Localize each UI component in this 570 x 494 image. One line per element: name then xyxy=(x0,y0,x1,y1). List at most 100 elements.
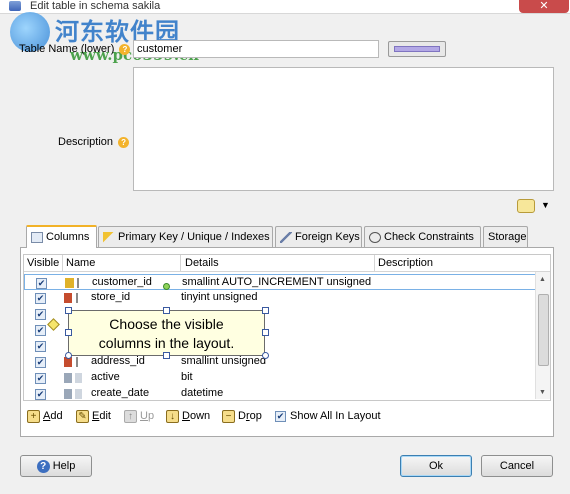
arrow-up-icon: ↑ xyxy=(124,409,137,423)
column-icon xyxy=(64,389,88,399)
show-all-label: Show All In Layout xyxy=(290,410,381,422)
table-name-input[interactable] xyxy=(133,40,379,58)
table-row[interactable]: ✔ customer_id smallint AUTO_INCREMENT un… xyxy=(24,274,536,290)
tab-label: Columns xyxy=(46,231,90,243)
checkbox-icon: ✔ xyxy=(275,410,286,422)
visible-checkbox[interactable]: ✔ xyxy=(35,357,46,368)
comment-icon[interactable] xyxy=(517,199,535,213)
column-details: datetime xyxy=(181,387,224,399)
header-divider xyxy=(62,255,63,272)
cancel-button[interactable]: Cancel xyxy=(481,455,553,477)
header-details: Details xyxy=(185,257,219,269)
check-constraint-icon xyxy=(369,231,381,243)
resize-handle[interactable] xyxy=(262,329,269,336)
scroll-down-icon[interactable]: ▼ xyxy=(539,389,546,396)
tooltip-line: columns in the layout. xyxy=(98,335,235,351)
tab-label: Check Constraints xyxy=(384,231,474,243)
scrollbar-thumb[interactable] xyxy=(538,294,549,366)
show-all-in-layout-checkbox[interactable]: ✔ Show All In Layout xyxy=(275,407,381,425)
down-button[interactable]: ↓ Down xyxy=(166,407,210,425)
resize-handle[interactable] xyxy=(65,352,72,359)
visible-checkbox[interactable]: ✔ xyxy=(35,309,46,320)
up-label-post: p xyxy=(147,410,155,422)
table-row[interactable]: ✔ active bit xyxy=(24,370,536,386)
index-column-icon xyxy=(64,293,88,303)
header-name: Name xyxy=(66,257,96,269)
help-button[interactable]: ? Help xyxy=(20,455,92,477)
column-icon xyxy=(64,373,88,383)
add-button[interactable]: + Add xyxy=(27,407,63,425)
resize-handle[interactable] xyxy=(262,307,269,314)
help-icon[interactable]: ? xyxy=(118,136,130,148)
remove-icon: − xyxy=(222,409,235,423)
tab-check-constraints[interactable]: Check Constraints xyxy=(364,226,481,247)
table-name-label-text: Table Name (lower) xyxy=(19,43,115,55)
scroll-up-icon[interactable]: ▲ xyxy=(539,276,546,283)
primary-key-column-icon xyxy=(65,278,89,288)
description-textarea[interactable] xyxy=(133,67,554,191)
column-details: tinyint unsigned xyxy=(181,291,258,303)
tooltip-line: Choose the visible xyxy=(109,316,224,332)
add-label-post: dd xyxy=(50,410,63,422)
edit-icon: ✎ xyxy=(76,409,89,423)
ok-button[interactable]: Ok xyxy=(400,455,472,477)
header-visible: Visible xyxy=(27,257,60,269)
edit-button[interactable]: ✎ Edit xyxy=(76,407,111,425)
tooltip-callout: Choose the visible columns in the layout… xyxy=(68,310,265,356)
columns-icon xyxy=(31,231,43,243)
description-label: Description ? xyxy=(58,136,130,148)
column-name: customer_id xyxy=(92,276,152,288)
visible-checkbox[interactable]: ✔ xyxy=(35,325,46,336)
visible-checkbox[interactable]: ✔ xyxy=(35,373,46,384)
tab-storage[interactable]: Storage xyxy=(483,226,528,247)
down-label-post: own xyxy=(189,410,211,422)
resize-handle[interactable] xyxy=(163,352,170,359)
column-name: active xyxy=(91,371,120,383)
arrow-down-icon: ↓ xyxy=(166,409,179,423)
visible-checkbox[interactable]: ✔ xyxy=(36,278,47,289)
help-button-label: Help xyxy=(52,460,76,472)
visible-checkbox[interactable]: ✔ xyxy=(35,293,46,304)
column-name: store_id xyxy=(91,291,131,303)
table-row[interactable]: ✔ address_id smallint unsigned xyxy=(24,354,536,370)
table-row[interactable]: ✔ create_date datetime xyxy=(24,386,536,400)
window-title: Edit table in schema sakila xyxy=(30,0,161,12)
grid-header: Visible Name Details Description xyxy=(24,255,550,272)
table-row[interactable]: ✔ store_id tinyint unsigned xyxy=(24,290,536,306)
app-icon xyxy=(9,1,21,11)
tab-label: Storage xyxy=(488,231,527,243)
column-details: smallint AUTO_INCREMENT unsigned xyxy=(182,276,372,288)
column-name: address_id xyxy=(91,355,145,367)
color-swatch xyxy=(394,46,440,52)
drop-label-post: op xyxy=(249,410,262,422)
resize-handle[interactable] xyxy=(262,352,269,359)
cancel-button-label: Cancel xyxy=(499,460,535,472)
header-description: Description xyxy=(378,257,434,269)
color-picker-button[interactable] xyxy=(388,41,446,57)
visible-checkbox[interactable]: ✔ xyxy=(35,341,46,352)
visible-checkbox[interactable]: ✔ xyxy=(35,389,46,400)
drop-button[interactable]: − Drop xyxy=(222,407,262,425)
key-icon xyxy=(103,231,115,243)
column-details: smallint unsigned xyxy=(181,355,266,367)
drop-label-pre: D xyxy=(238,410,246,422)
tab-primary-key[interactable]: Primary Key / Unique / Indexes xyxy=(98,226,273,247)
header-divider xyxy=(374,255,375,272)
add-icon: + xyxy=(27,409,40,423)
resize-handle[interactable] xyxy=(65,329,72,336)
table-name-label: Table Name (lower) ? xyxy=(19,43,131,55)
up-button[interactable]: ↑ Up xyxy=(124,407,154,425)
resize-handle[interactable] xyxy=(65,307,72,314)
column-details: bit xyxy=(181,371,193,383)
rotate-handle[interactable] xyxy=(163,283,170,290)
close-button[interactable]: ✕ xyxy=(519,0,569,13)
help-icon[interactable]: ? xyxy=(119,43,131,55)
tab-label: Primary Key / Unique / Indexes xyxy=(118,231,270,243)
tab-columns[interactable]: Columns xyxy=(26,225,97,248)
tab-foreign-keys[interactable]: Foreign Keys xyxy=(275,226,362,247)
resize-handle[interactable] xyxy=(163,307,170,314)
edit-label-post: dit xyxy=(99,410,111,422)
chevron-down-icon[interactable]: ▼ xyxy=(541,200,550,210)
column-name: create_date xyxy=(91,387,150,399)
grid-scrollbar[interactable]: ▲ ▼ xyxy=(535,272,550,399)
